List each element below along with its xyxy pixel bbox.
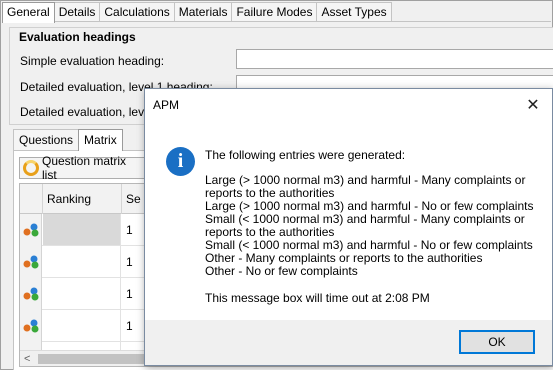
sub-tab-strip: Questions Matrix <box>13 129 123 151</box>
tab-calculations[interactable]: Calculations <box>99 2 175 22</box>
seq-cell: 1 <box>126 287 133 301</box>
seq-cell: 1 <box>126 255 133 269</box>
dialog-title: APM <box>153 98 180 112</box>
scroll-thumb[interactable] <box>38 354 158 364</box>
question-matrix-list-button[interactable]: Question matrix list <box>19 154 145 182</box>
apm-window: General Details Calculations Materials F… <box>0 0 553 370</box>
tab-failure-modes[interactable]: Failure Modes <box>231 2 318 22</box>
scroll-left-arrow-icon[interactable]: < <box>24 351 30 366</box>
tab-general[interactable]: General <box>2 2 55 23</box>
tab-materials[interactable]: Materials <box>173 2 233 22</box>
simple-heading-input[interactable] <box>236 49 553 69</box>
detailed-level2-label: Detailed evaluation, level <box>20 105 154 119</box>
dialog-footer: OK <box>145 320 552 365</box>
ranking-cell[interactable] <box>43 278 121 309</box>
top-tab-strip: General Details Calculations Materials F… <box>2 2 392 23</box>
dialog-titlebar[interactable]: APM ✕ <box>145 89 552 121</box>
group-title: Evaluation headings <box>19 30 136 44</box>
molecule-icon <box>23 223 39 237</box>
message-entry: Other - No or few complaints <box>205 264 358 278</box>
column-header-ranking[interactable]: Ranking <box>43 184 122 214</box>
molecule-icon <box>23 319 39 333</box>
simple-heading-label: Simple evaluation heading: <box>20 54 165 68</box>
seq-cell: 1 <box>126 319 133 333</box>
close-icon[interactable]: ✕ <box>520 95 546 117</box>
question-matrix-list-label: Question matrix list <box>42 154 127 182</box>
message-intro: The following entries were generated: <box>205 148 406 162</box>
tab-matrix[interactable]: Matrix <box>78 129 123 151</box>
message-entry: Small (< 1000 normal m3) and harmful - M… <box>205 212 525 239</box>
row-selector-header <box>20 184 43 214</box>
seq-cell: 1 <box>126 223 133 237</box>
ok-button[interactable]: OK <box>459 330 535 354</box>
message-dialog: APM ✕ i The following entries were gener… <box>144 88 553 366</box>
info-icon: i <box>166 147 195 176</box>
row-selector[interactable] <box>20 310 42 342</box>
dialog-message: The following entries were generated: La… <box>205 149 545 305</box>
row-selector[interactable] <box>20 214 42 246</box>
ranking-cell[interactable] <box>43 246 121 277</box>
timeout-notice: This message box will time out at 2:08 P… <box>205 291 430 305</box>
message-entry: Large (> 1000 normal m3) and harmful - M… <box>205 173 526 200</box>
molecule-icon <box>23 255 39 269</box>
ranking-cell[interactable] <box>43 214 121 245</box>
row-selector[interactable] <box>20 278 42 310</box>
ranking-cell[interactable] <box>43 310 121 341</box>
tab-asset-types[interactable]: Asset Types <box>316 2 392 22</box>
row-selector[interactable] <box>20 246 42 278</box>
tab-details[interactable]: Details <box>53 2 101 22</box>
refresh-icon <box>23 160 39 176</box>
tab-questions[interactable]: Questions <box>13 129 80 150</box>
tab-divider <box>2 21 551 22</box>
molecule-icon <box>23 287 39 301</box>
